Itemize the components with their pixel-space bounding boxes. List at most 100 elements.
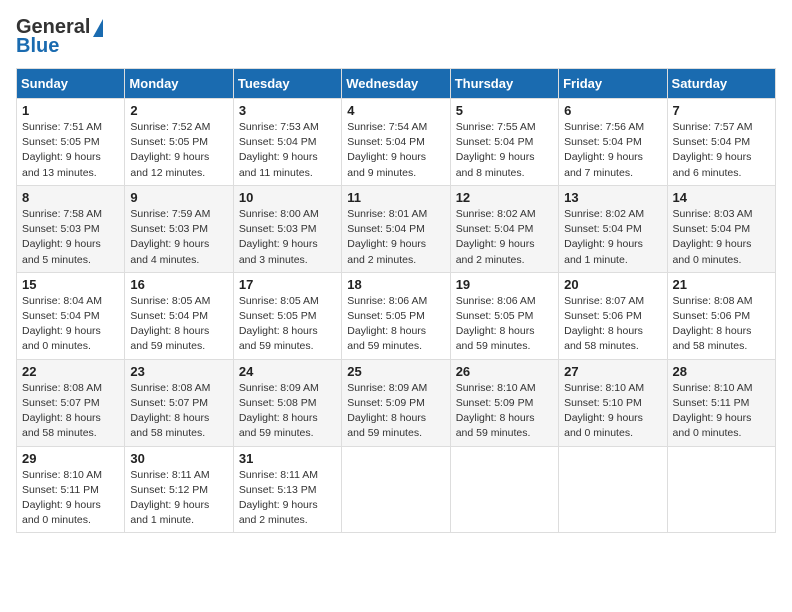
calendar-header-row: SundayMondayTuesdayWednesdayThursdayFrid… [17,69,776,99]
day-info: Sunrise: 8:04 AM Sunset: 5:04 PM Dayligh… [22,294,119,355]
column-header-thursday: Thursday [450,69,558,99]
calendar-cell: 10 Sunrise: 8:00 AM Sunset: 5:03 PM Dayl… [233,185,341,272]
day-info: Sunrise: 7:59 AM Sunset: 5:03 PM Dayligh… [130,207,227,268]
day-number: 21 [673,277,770,292]
calendar-cell: 13 Sunrise: 8:02 AM Sunset: 5:04 PM Dayl… [559,185,667,272]
day-info: Sunrise: 7:57 AM Sunset: 5:04 PM Dayligh… [673,120,770,181]
day-number: 31 [239,451,336,466]
column-header-friday: Friday [559,69,667,99]
calendar-cell: 31 Sunrise: 8:11 AM Sunset: 5:13 PM Dayl… [233,446,341,533]
calendar-cell: 9 Sunrise: 7:59 AM Sunset: 5:03 PM Dayli… [125,185,233,272]
day-number: 22 [22,364,119,379]
day-number: 25 [347,364,444,379]
calendar-week-4: 22 Sunrise: 8:08 AM Sunset: 5:07 PM Dayl… [17,359,776,446]
calendar-cell: 15 Sunrise: 8:04 AM Sunset: 5:04 PM Dayl… [17,272,125,359]
calendar-cell: 1 Sunrise: 7:51 AM Sunset: 5:05 PM Dayli… [17,99,125,186]
day-number: 3 [239,103,336,118]
day-number: 18 [347,277,444,292]
calendar-cell: 26 Sunrise: 8:10 AM Sunset: 5:09 PM Dayl… [450,359,558,446]
day-number: 10 [239,190,336,205]
day-info: Sunrise: 7:53 AM Sunset: 5:04 PM Dayligh… [239,120,336,181]
calendar-cell: 22 Sunrise: 8:08 AM Sunset: 5:07 PM Dayl… [17,359,125,446]
calendar-cell: 18 Sunrise: 8:06 AM Sunset: 5:05 PM Dayl… [342,272,450,359]
calendar-cell: 12 Sunrise: 8:02 AM Sunset: 5:04 PM Dayl… [450,185,558,272]
day-number: 13 [564,190,661,205]
day-info: Sunrise: 8:06 AM Sunset: 5:05 PM Dayligh… [347,294,444,355]
day-info: Sunrise: 8:06 AM Sunset: 5:05 PM Dayligh… [456,294,553,355]
day-info: Sunrise: 8:09 AM Sunset: 5:09 PM Dayligh… [347,381,444,442]
calendar-cell: 5 Sunrise: 7:55 AM Sunset: 5:04 PM Dayli… [450,99,558,186]
calendar-cell [342,446,450,533]
calendar-cell: 4 Sunrise: 7:54 AM Sunset: 5:04 PM Dayli… [342,99,450,186]
calendar-week-3: 15 Sunrise: 8:04 AM Sunset: 5:04 PM Dayl… [17,272,776,359]
calendar-cell: 3 Sunrise: 7:53 AM Sunset: 5:04 PM Dayli… [233,99,341,186]
day-info: Sunrise: 8:10 AM Sunset: 5:11 PM Dayligh… [22,468,119,529]
calendar-cell: 2 Sunrise: 7:52 AM Sunset: 5:05 PM Dayli… [125,99,233,186]
day-number: 26 [456,364,553,379]
day-number: 24 [239,364,336,379]
day-info: Sunrise: 8:00 AM Sunset: 5:03 PM Dayligh… [239,207,336,268]
calendar-cell: 29 Sunrise: 8:10 AM Sunset: 5:11 PM Dayl… [17,446,125,533]
day-info: Sunrise: 7:56 AM Sunset: 5:04 PM Dayligh… [564,120,661,181]
calendar-cell: 16 Sunrise: 8:05 AM Sunset: 5:04 PM Dayl… [125,272,233,359]
day-number: 9 [130,190,227,205]
day-number: 11 [347,190,444,205]
calendar-cell: 20 Sunrise: 8:07 AM Sunset: 5:06 PM Dayl… [559,272,667,359]
calendar-cell: 27 Sunrise: 8:10 AM Sunset: 5:10 PM Dayl… [559,359,667,446]
column-header-wednesday: Wednesday [342,69,450,99]
calendar-cell: 21 Sunrise: 8:08 AM Sunset: 5:06 PM Dayl… [667,272,775,359]
day-info: Sunrise: 7:55 AM Sunset: 5:04 PM Dayligh… [456,120,553,181]
logo-arrow-icon [93,19,103,37]
day-number: 2 [130,103,227,118]
day-info: Sunrise: 8:09 AM Sunset: 5:08 PM Dayligh… [239,381,336,442]
day-info: Sunrise: 7:51 AM Sunset: 5:05 PM Dayligh… [22,120,119,181]
day-info: Sunrise: 8:08 AM Sunset: 5:06 PM Dayligh… [673,294,770,355]
calendar-cell: 6 Sunrise: 7:56 AM Sunset: 5:04 PM Dayli… [559,99,667,186]
calendar-week-5: 29 Sunrise: 8:10 AM Sunset: 5:11 PM Dayl… [17,446,776,533]
calendar-cell: 7 Sunrise: 7:57 AM Sunset: 5:04 PM Dayli… [667,99,775,186]
calendar-week-2: 8 Sunrise: 7:58 AM Sunset: 5:03 PM Dayli… [17,185,776,272]
page-header: General Blue [16,16,776,58]
day-info: Sunrise: 8:01 AM Sunset: 5:04 PM Dayligh… [347,207,444,268]
calendar-cell: 17 Sunrise: 8:05 AM Sunset: 5:05 PM Dayl… [233,272,341,359]
day-number: 27 [564,364,661,379]
calendar-cell: 25 Sunrise: 8:09 AM Sunset: 5:09 PM Dayl… [342,359,450,446]
calendar-cell [450,446,558,533]
day-info: Sunrise: 8:10 AM Sunset: 5:09 PM Dayligh… [456,381,553,442]
day-number: 19 [456,277,553,292]
calendar-cell: 11 Sunrise: 8:01 AM Sunset: 5:04 PM Dayl… [342,185,450,272]
day-number: 23 [130,364,227,379]
day-info: Sunrise: 7:58 AM Sunset: 5:03 PM Dayligh… [22,207,119,268]
day-number: 14 [673,190,770,205]
day-number: 28 [673,364,770,379]
day-info: Sunrise: 8:11 AM Sunset: 5:13 PM Dayligh… [239,468,336,529]
day-number: 6 [564,103,661,118]
day-info: Sunrise: 8:05 AM Sunset: 5:04 PM Dayligh… [130,294,227,355]
column-header-monday: Monday [125,69,233,99]
day-number: 8 [22,190,119,205]
calendar-table: SundayMondayTuesdayWednesdayThursdayFrid… [16,68,776,533]
day-info: Sunrise: 8:10 AM Sunset: 5:11 PM Dayligh… [673,381,770,442]
day-number: 4 [347,103,444,118]
day-info: Sunrise: 7:54 AM Sunset: 5:04 PM Dayligh… [347,120,444,181]
day-number: 15 [22,277,119,292]
day-number: 30 [130,451,227,466]
day-info: Sunrise: 8:10 AM Sunset: 5:10 PM Dayligh… [564,381,661,442]
day-number: 7 [673,103,770,118]
day-info: Sunrise: 8:08 AM Sunset: 5:07 PM Dayligh… [130,381,227,442]
day-number: 20 [564,277,661,292]
day-info: Sunrise: 8:07 AM Sunset: 5:06 PM Dayligh… [564,294,661,355]
calendar-cell: 19 Sunrise: 8:06 AM Sunset: 5:05 PM Dayl… [450,272,558,359]
calendar-cell: 28 Sunrise: 8:10 AM Sunset: 5:11 PM Dayl… [667,359,775,446]
day-info: Sunrise: 8:02 AM Sunset: 5:04 PM Dayligh… [564,207,661,268]
calendar-cell: 30 Sunrise: 8:11 AM Sunset: 5:12 PM Dayl… [125,446,233,533]
day-number: 17 [239,277,336,292]
calendar-cell: 23 Sunrise: 8:08 AM Sunset: 5:07 PM Dayl… [125,359,233,446]
column-header-sunday: Sunday [17,69,125,99]
logo: General Blue [16,16,103,58]
calendar-cell: 14 Sunrise: 8:03 AM Sunset: 5:04 PM Dayl… [667,185,775,272]
column-header-tuesday: Tuesday [233,69,341,99]
column-header-saturday: Saturday [667,69,775,99]
day-info: Sunrise: 8:05 AM Sunset: 5:05 PM Dayligh… [239,294,336,355]
calendar-cell: 24 Sunrise: 8:09 AM Sunset: 5:08 PM Dayl… [233,359,341,446]
